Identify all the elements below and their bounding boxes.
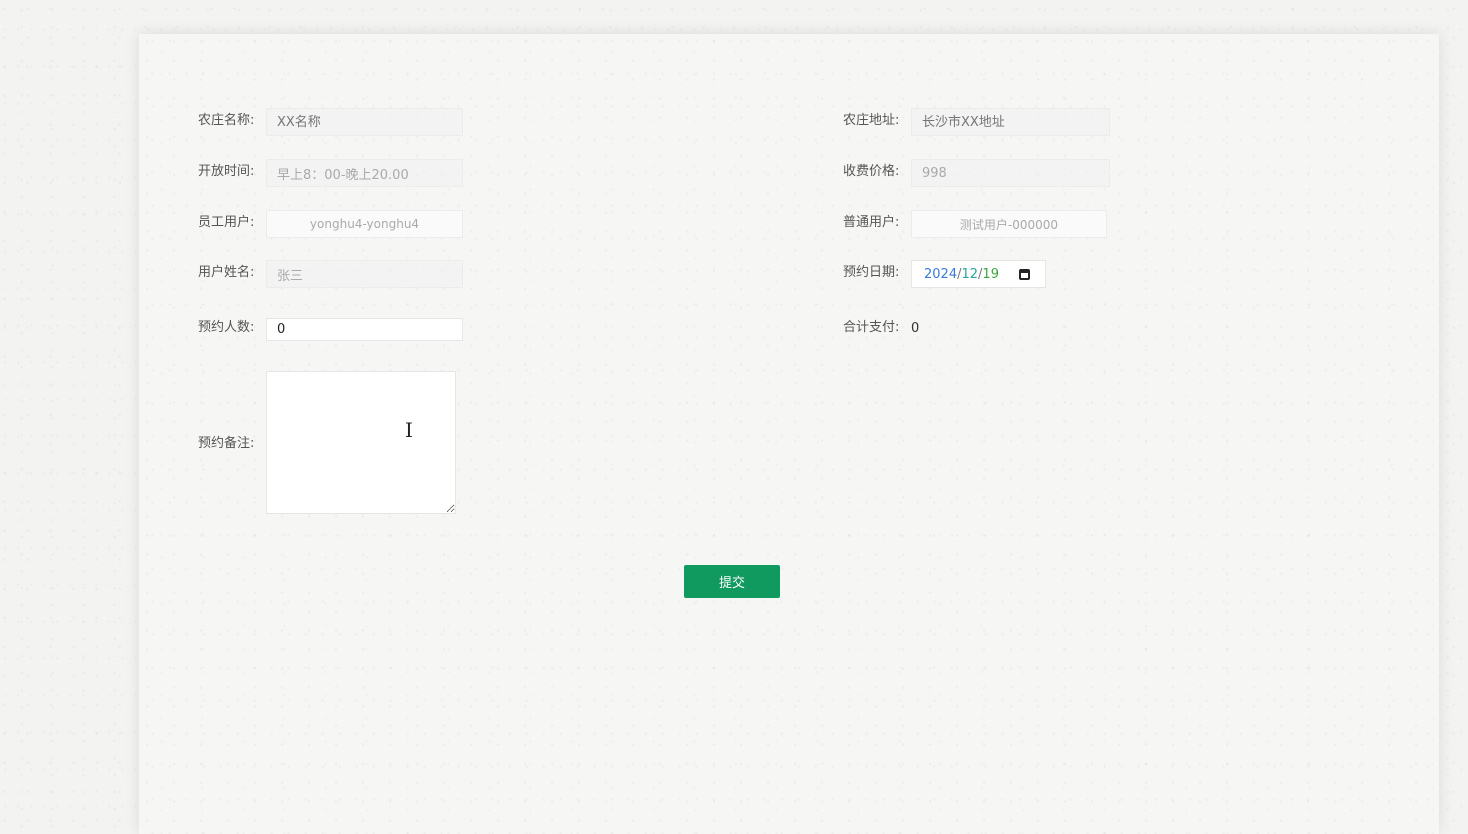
- booking-date-input[interactable]: 2024/12/19: [911, 260, 1046, 288]
- date-year: 2024: [924, 266, 958, 282]
- open-hours-input[interactable]: [266, 159, 463, 187]
- normal-user-select[interactable]: [911, 210, 1107, 238]
- farm-address-label: 农庄地址:: [843, 113, 900, 128]
- user-name-label: 用户姓名:: [198, 265, 255, 280]
- farm-name-input[interactable]: [266, 108, 463, 136]
- total-pay-label: 合计支付:: [843, 320, 900, 335]
- normal-user-label: 普通用户:: [843, 215, 900, 230]
- open-hours-label: 开放时间:: [198, 164, 255, 179]
- text-cursor-icon: I: [405, 418, 413, 442]
- remarks-label: 预约备注:: [198, 436, 255, 451]
- booking-date-value: 2024/12/19: [924, 267, 999, 282]
- user-name-input[interactable]: [266, 260, 463, 288]
- price-label: 收费价格:: [843, 164, 900, 179]
- date-day: 19: [982, 266, 999, 282]
- calendar-icon[interactable]: [1018, 268, 1030, 280]
- farm-name-label: 农庄名称:: [198, 113, 255, 128]
- people-count-label: 预约人数:: [198, 320, 255, 335]
- submit-button[interactable]: 提交: [684, 565, 780, 598]
- remarks-textarea[interactable]: [266, 371, 456, 514]
- farm-address-input[interactable]: [911, 108, 1110, 136]
- date-month: 12: [961, 266, 979, 282]
- staff-user-label: 员工用户:: [198, 215, 255, 230]
- booking-date-label: 预约日期:: [843, 265, 900, 280]
- total-pay-value: 0: [911, 321, 920, 336]
- people-count-input[interactable]: [266, 318, 463, 341]
- price-input[interactable]: [911, 159, 1110, 187]
- staff-user-select[interactable]: [266, 210, 463, 238]
